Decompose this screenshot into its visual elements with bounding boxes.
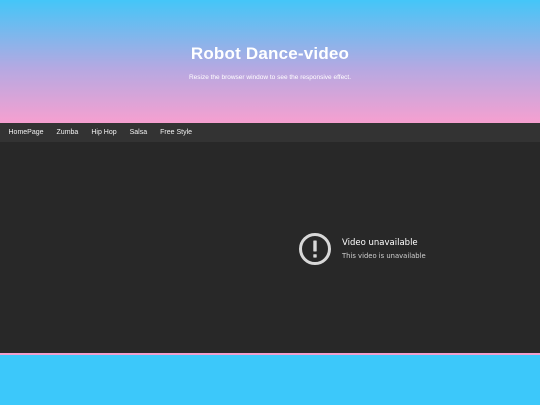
page-subtitle: Resize the browser window to see the res… [188, 74, 352, 81]
page-title: Robot Dance-video [190, 44, 350, 63]
nav-link-hip-hop[interactable]: Hip Hop [85, 123, 123, 142]
nav-link-salsa[interactable]: Salsa [123, 123, 154, 142]
nav-link-free-style[interactable]: Free Style [154, 123, 199, 142]
video-unavailable-notice: Video unavailable This video is unavaila… [298, 232, 426, 266]
page-header: Robot Dance-video Resize the browser win… [0, 0, 540, 123]
top-navbar: HomePage Zumba Hip Hop Salsa Free Style [0, 123, 540, 142]
alert-circle-icon [299, 233, 331, 265]
nav-link-homepage[interactable]: HomePage [2, 123, 50, 142]
video-unavailable-message: This video is unavailable [342, 252, 426, 260]
divider [0, 353, 540, 355]
video-unavailable-title: Video unavailable [342, 238, 418, 248]
video-player[interactable]: Video unavailable This video is unavaila… [0, 142, 540, 353]
notice-text: Video unavailable This video is unavaila… [342, 237, 426, 261]
nav-link-zumba[interactable]: Zumba [50, 123, 85, 142]
